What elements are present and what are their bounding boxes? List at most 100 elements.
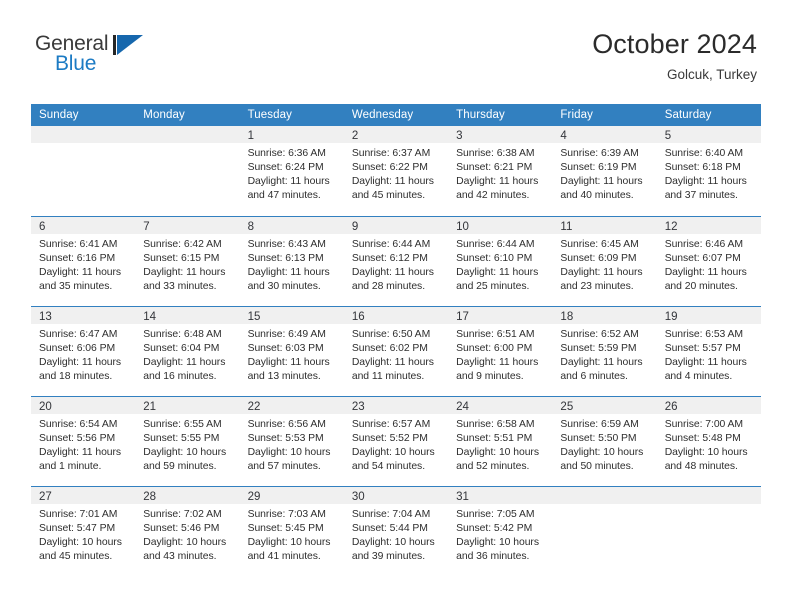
day-number-band: 19 bbox=[656, 307, 761, 324]
day-detail-line: Sunrise: 6:48 AM bbox=[143, 329, 222, 340]
day-detail-line: and 39 minutes. bbox=[351, 551, 426, 563]
calendar-day-cell[interactable]: 3 Sunrise: 6:38 AM Sunset: 6:21 PM Daylight… bbox=[448, 126, 553, 216]
day-detail-line: Sunrise: 6:53 AM bbox=[664, 329, 744, 340]
day-detail-line: Sunrise: 6:52 AM bbox=[560, 329, 639, 340]
day-detail-line: Sunset: 5:57 PM bbox=[664, 343, 741, 355]
day-detail-line: Daylight: 11 hours bbox=[247, 357, 330, 369]
day-detail-line: Daylight: 11 hours bbox=[143, 357, 226, 369]
day-detail-line: Daylight: 10 hours bbox=[247, 447, 331, 459]
day-number: 2 bbox=[351, 130, 359, 142]
day-detail-line: Daylight: 10 hours bbox=[351, 537, 435, 549]
day-number-band: 1 bbox=[239, 126, 344, 143]
calendar-day-cell[interactable]: 20 Sunrise: 6:54 AM Sunset: 5:56 PM Dayligh… bbox=[31, 397, 136, 486]
calendar-day-cell[interactable]: 18 Sunrise: 6:52 AM Sunset: 5:59 PM Dayligh… bbox=[552, 307, 657, 396]
calendar-day-cell[interactable]: 19 Sunrise: 6:53 AM Sunset: 5:57 PM Dayligh… bbox=[656, 307, 761, 396]
day-details: Sunrise: 6:53 AM Sunset: 5:57 PM Daylight:… bbox=[657, 324, 761, 384]
calendar-day-cell[interactable]: 25 Sunrise: 6:59 AM Sunset: 5:50 PM Dayligh… bbox=[552, 397, 657, 486]
calendar-day-cell[interactable]: 31 Sunrise: 7:05 AM Sunset: 5:42 PM Dayligh… bbox=[448, 487, 553, 576]
day-details: Sunrise: 7:04 AM Sunset: 5:44 PM Daylight:… bbox=[344, 504, 448, 564]
day-detail-line: Sunrise: 6:41 AM bbox=[39, 239, 118, 250]
day-number: 16 bbox=[351, 311, 365, 323]
brand-logo[interactable]: General Blue bbox=[35, 28, 155, 84]
day-detail-line: and 57 minutes. bbox=[247, 461, 321, 473]
day-detail-line: Sunrise: 6:37 AM bbox=[351, 148, 431, 159]
day-details: Sunrise: 6:39 AM Sunset: 6:19 PM Daylight:… bbox=[552, 143, 656, 203]
calendar-day-cell[interactable]: 12 Sunrise: 6:46 AM Sunset: 6:07 PM Dayligh… bbox=[656, 217, 761, 306]
logo-bar-shape bbox=[113, 35, 116, 55]
day-detail-line: Daylight: 10 hours bbox=[247, 537, 331, 549]
day-number-band: 28 bbox=[135, 487, 240, 504]
day-detail-line: Sunset: 6:16 PM bbox=[39, 253, 116, 265]
day-details: Sunrise: 7:03 AM Sunset: 5:45 PM Daylight:… bbox=[240, 504, 344, 564]
day-number-band: 4 bbox=[552, 126, 657, 143]
day-number-band: 24 bbox=[448, 397, 553, 414]
day-detail-line: Daylight: 11 hours bbox=[664, 267, 747, 279]
day-detail-line: and 52 minutes. bbox=[456, 461, 530, 473]
weekday-header-thursday: Thursday bbox=[456, 109, 505, 121]
day-details: Sunrise: 6:43 AM Sunset: 6:13 PM Daylight:… bbox=[240, 234, 344, 294]
day-detail-line: Sunset: 6:10 PM bbox=[456, 253, 533, 265]
day-details: Sunrise: 6:45 AM Sunset: 6:09 PM Daylight:… bbox=[552, 234, 656, 294]
calendar-week-row: 20 Sunrise: 6:54 AM Sunset: 5:56 PM Dayligh… bbox=[31, 396, 761, 486]
calendar-day-cell[interactable]: 2 Sunrise: 6:37 AM Sunset: 6:22 PM Daylight… bbox=[343, 126, 449, 216]
page-title: October 2024 bbox=[592, 29, 757, 59]
calendar-day-cell[interactable]: 16 Sunrise: 6:50 AM Sunset: 6:02 PM Dayligh… bbox=[343, 307, 449, 396]
calendar-day-cell[interactable]: 24 Sunrise: 6:58 AM Sunset: 5:51 PM Dayligh… bbox=[448, 397, 553, 486]
calendar-day-cell[interactable]: 6 Sunrise: 6:41 AM Sunset: 6:16 PM Daylight… bbox=[31, 217, 136, 306]
day-number: 23 bbox=[351, 401, 365, 413]
day-detail-line: Sunset: 6:00 PM bbox=[456, 343, 533, 355]
day-detail-line: Sunset: 6:22 PM bbox=[351, 162, 428, 174]
day-number: 17 bbox=[456, 311, 469, 323]
calendar-day-cell[interactable]: 10 Sunrise: 6:44 AM Sunset: 6:10 PM Dayligh… bbox=[448, 217, 553, 306]
day-details: Sunrise: 6:58 AM Sunset: 5:51 PM Daylight:… bbox=[448, 414, 552, 474]
day-number: 19 bbox=[664, 311, 678, 323]
calendar-day-cell[interactable]: 9 Sunrise: 6:44 AM Sunset: 6:12 PM Daylight… bbox=[343, 217, 449, 306]
weekday-header-saturday: Saturday bbox=[664, 109, 712, 121]
calendar-day-cell[interactable]: 13 Sunrise: 6:47 AM Sunset: 6:06 PM Dayligh… bbox=[31, 307, 136, 396]
day-number: 18 bbox=[560, 311, 574, 323]
calendar-day-cell-empty bbox=[552, 487, 657, 576]
day-detail-line: and 20 minutes. bbox=[664, 281, 738, 293]
calendar-day-cell[interactable]: 7 Sunrise: 6:42 AM Sunset: 6:15 PM Daylight… bbox=[135, 217, 240, 306]
day-detail-line: Daylight: 10 hours bbox=[664, 447, 748, 459]
day-detail-line: and 42 minutes. bbox=[456, 190, 530, 202]
calendar-day-cell[interactable]: 21 Sunrise: 6:55 AM Sunset: 5:55 PM Dayligh… bbox=[135, 397, 240, 486]
calendar-day-cell[interactable]: 15 Sunrise: 6:49 AM Sunset: 6:03 PM Dayligh… bbox=[239, 307, 344, 396]
day-detail-line: Sunset: 5:48 PM bbox=[664, 433, 741, 445]
calendar-day-cell[interactable]: 30 Sunrise: 7:04 AM Sunset: 5:44 PM Dayligh… bbox=[343, 487, 449, 576]
day-detail-line: Daylight: 11 hours bbox=[456, 357, 539, 369]
day-number-band: 12 bbox=[656, 217, 761, 234]
day-detail-line: Sunrise: 6:46 AM bbox=[664, 239, 744, 250]
calendar-day-cell[interactable]: 5 Sunrise: 6:40 AM Sunset: 6:18 PM Daylight… bbox=[656, 126, 761, 216]
calendar-day-cell[interactable]: 14 Sunrise: 6:48 AM Sunset: 6:04 PM Dayligh… bbox=[135, 307, 240, 396]
day-number-band bbox=[31, 126, 136, 143]
day-number-band: 26 bbox=[656, 397, 761, 414]
calendar-day-cell[interactable]: 23 Sunrise: 6:57 AM Sunset: 5:52 PM Dayligh… bbox=[343, 397, 449, 486]
calendar-day-cell[interactable]: 29 Sunrise: 7:03 AM Sunset: 5:45 PM Dayligh… bbox=[239, 487, 344, 576]
day-details: Sunrise: 6:37 AM Sunset: 6:22 PM Daylight:… bbox=[344, 143, 448, 203]
day-detail-line: Sunset: 5:52 PM bbox=[351, 433, 428, 445]
day-detail-line: Sunset: 6:07 PM bbox=[664, 253, 741, 265]
day-number-band: 30 bbox=[343, 487, 449, 504]
calendar-day-cell[interactable]: 8 Sunrise: 6:43 AM Sunset: 6:13 PM Daylight… bbox=[239, 217, 344, 306]
calendar-day-cell[interactable]: 17 Sunrise: 6:51 AM Sunset: 6:00 PM Dayligh… bbox=[448, 307, 553, 396]
day-number-band: 8 bbox=[239, 217, 344, 234]
day-number: 6 bbox=[39, 221, 46, 233]
calendar-day-cell[interactable]: 4 Sunrise: 6:39 AM Sunset: 6:19 PM Daylight… bbox=[552, 126, 657, 216]
day-detail-line: Sunrise: 6:45 AM bbox=[560, 239, 639, 250]
calendar-day-cell[interactable]: 1 Sunrise: 6:36 AM Sunset: 6:24 PM Daylight… bbox=[239, 126, 344, 216]
calendar-day-cell[interactable]: 27 Sunrise: 7:01 AM Sunset: 5:47 PM Dayligh… bbox=[31, 487, 136, 576]
day-detail-line: Sunrise: 6:56 AM bbox=[247, 419, 326, 430]
day-number-band bbox=[552, 487, 657, 504]
calendar-day-cell[interactable]: 22 Sunrise: 6:56 AM Sunset: 5:53 PM Dayligh… bbox=[239, 397, 344, 486]
day-details: Sunrise: 6:42 AM Sunset: 6:15 PM Daylight:… bbox=[135, 234, 239, 294]
day-detail-line: Sunrise: 7:05 AM bbox=[456, 509, 535, 520]
calendar-day-cell[interactable]: 26 Sunrise: 7:00 AM Sunset: 5:48 PM Dayligh… bbox=[656, 397, 761, 486]
day-detail-line: Daylight: 11 hours bbox=[247, 176, 330, 188]
day-detail-line: Sunset: 5:59 PM bbox=[560, 343, 637, 355]
day-detail-line: and 54 minutes. bbox=[351, 461, 426, 473]
calendar-day-cell[interactable]: 11 Sunrise: 6:45 AM Sunset: 6:09 PM Dayligh… bbox=[552, 217, 657, 306]
calendar-day-cell[interactable]: 28 Sunrise: 7:02 AM Sunset: 5:46 PM Dayligh… bbox=[135, 487, 240, 576]
day-details: Sunrise: 7:00 AM Sunset: 5:48 PM Daylight:… bbox=[657, 414, 761, 474]
day-details: Sunrise: 6:51 AM Sunset: 6:00 PM Daylight:… bbox=[448, 324, 552, 384]
